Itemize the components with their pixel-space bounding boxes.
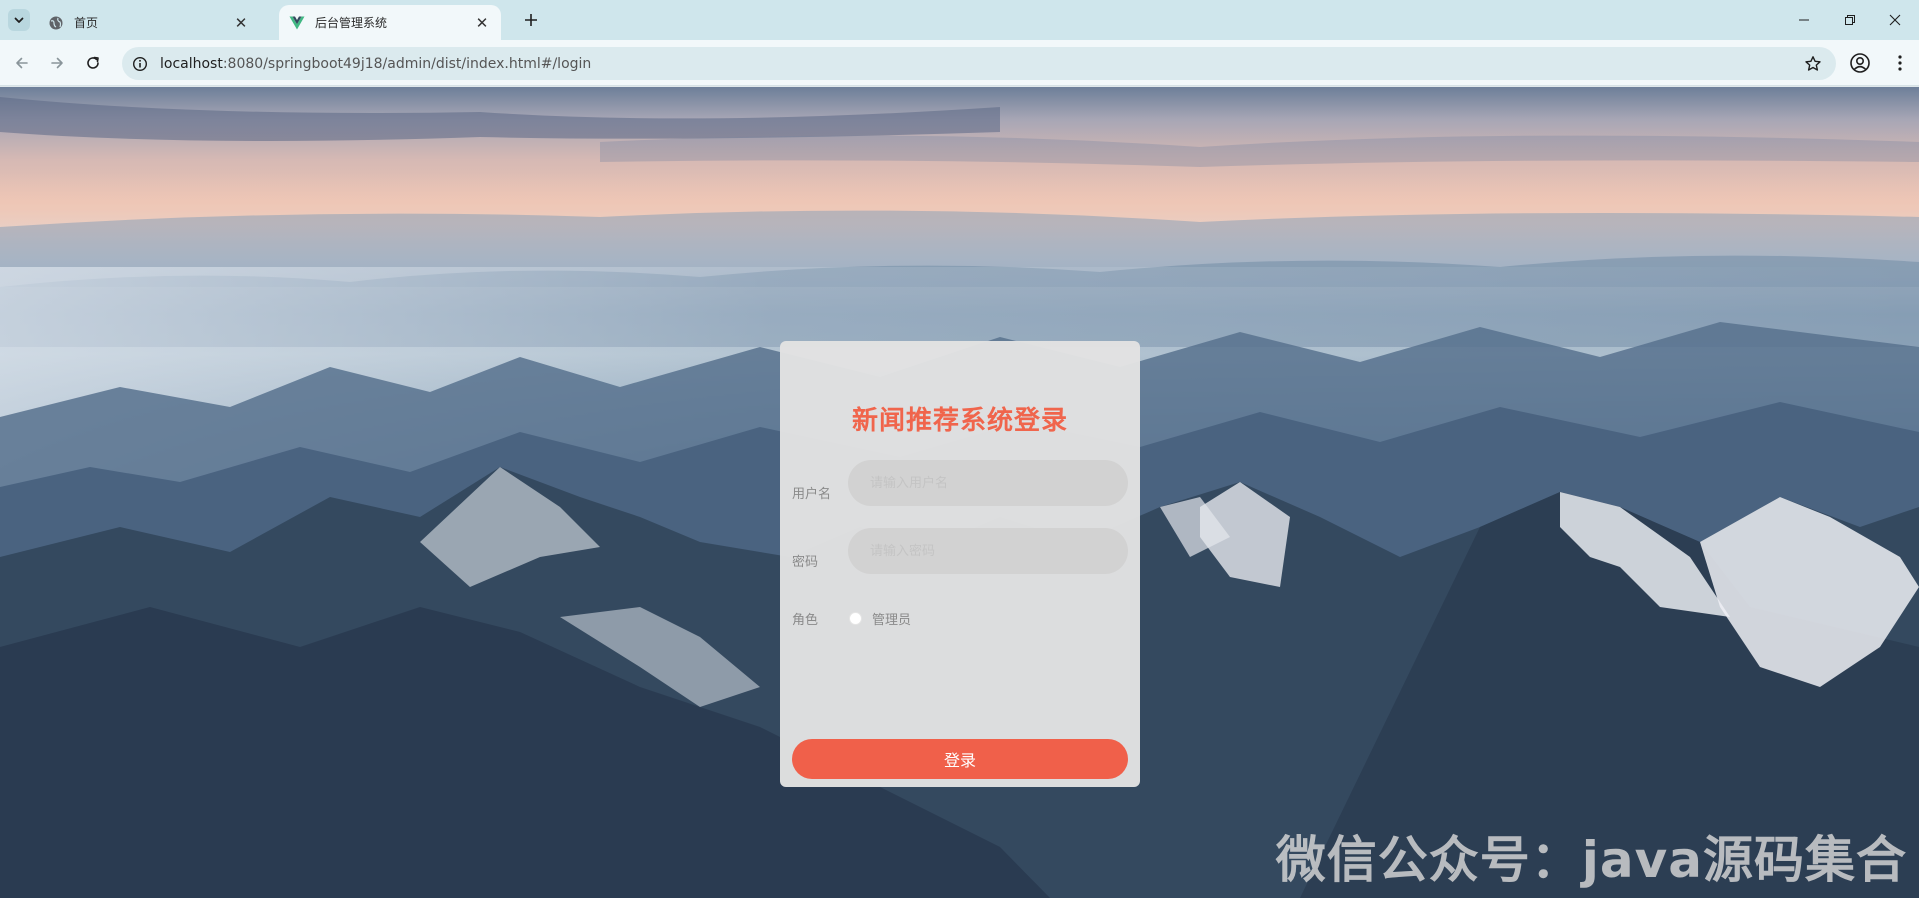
login-title: 新闻推荐系统登录 bbox=[851, 406, 1068, 436]
close-tab-icon[interactable]: ✕ bbox=[232, 14, 250, 32]
role-label: 角色 bbox=[792, 613, 819, 628]
browser-toolbar: localhost:8080/springboot49j18/admin/dis… bbox=[0, 40, 1919, 86]
url-text[interactable]: localhost:8080/springboot49j18/admin/dis… bbox=[160, 56, 591, 72]
profile-icon[interactable] bbox=[1848, 51, 1872, 75]
arrow-right-icon bbox=[51, 57, 63, 69]
restore-icon bbox=[1845, 15, 1855, 25]
url-host: localhost bbox=[160, 55, 223, 72]
info-icon[interactable] bbox=[132, 56, 148, 72]
tab-admin-title: 后台管理系统 bbox=[315, 16, 388, 30]
address-bar[interactable]: localhost:8080/springboot49j18/admin/dis… bbox=[122, 47, 1836, 80]
page-viewport: 新闻推荐系统登录 用户名 密码 角色 管理员 登录 微信公众号：java源码集合 bbox=[0, 87, 1919, 898]
tab-search-button[interactable] bbox=[8, 9, 30, 31]
close-window-button[interactable] bbox=[1873, 6, 1917, 34]
restore-button[interactable] bbox=[1828, 6, 1872, 34]
arrow-left-icon bbox=[16, 57, 28, 69]
role-radio-admin[interactable] bbox=[849, 612, 862, 625]
star-icon[interactable] bbox=[1804, 55, 1822, 73]
chevron-down-icon bbox=[14, 17, 24, 23]
browser-tab-strip: 首页 ✕ 后台管理系统 ✕ bbox=[0, 0, 1919, 40]
tab-home[interactable]: 首页 ✕ bbox=[38, 5, 260, 40]
tab-admin[interactable]: 后台管理系统 ✕ bbox=[279, 5, 501, 40]
minimize-button[interactable] bbox=[1782, 6, 1826, 34]
back-button[interactable] bbox=[9, 50, 35, 76]
close-icon bbox=[1889, 14, 1901, 26]
login-button[interactable]: 登录 bbox=[792, 739, 1128, 779]
minimize-icon bbox=[1799, 19, 1809, 21]
reload-button[interactable] bbox=[80, 50, 106, 76]
watermark-text: 微信公众号：java源码集合 bbox=[1275, 831, 1907, 889]
url-path: :8080/springboot49j18/admin/dist/index.h… bbox=[222, 55, 592, 72]
password-input[interactable] bbox=[848, 528, 1128, 574]
globe-icon bbox=[49, 16, 63, 29]
new-tab-button[interactable] bbox=[520, 9, 542, 31]
vue-logo-icon bbox=[289, 16, 305, 29]
forward-button[interactable] bbox=[44, 50, 70, 76]
login-card: 新闻推荐系统登录 用户名 密码 角色 管理员 登录 bbox=[780, 341, 1140, 787]
password-label: 密码 bbox=[792, 555, 819, 570]
reload-icon bbox=[87, 56, 99, 69]
close-tab-icon[interactable]: ✕ bbox=[473, 14, 491, 32]
browser-menu-button[interactable] bbox=[1890, 51, 1910, 75]
role-option-label[interactable]: 管理员 bbox=[872, 609, 911, 628]
username-input[interactable] bbox=[848, 460, 1128, 506]
tab-home-title: 首页 bbox=[74, 16, 99, 30]
kebab-menu-icon bbox=[1898, 55, 1902, 71]
plus-icon bbox=[525, 14, 537, 26]
username-label: 用户名 bbox=[792, 487, 832, 502]
